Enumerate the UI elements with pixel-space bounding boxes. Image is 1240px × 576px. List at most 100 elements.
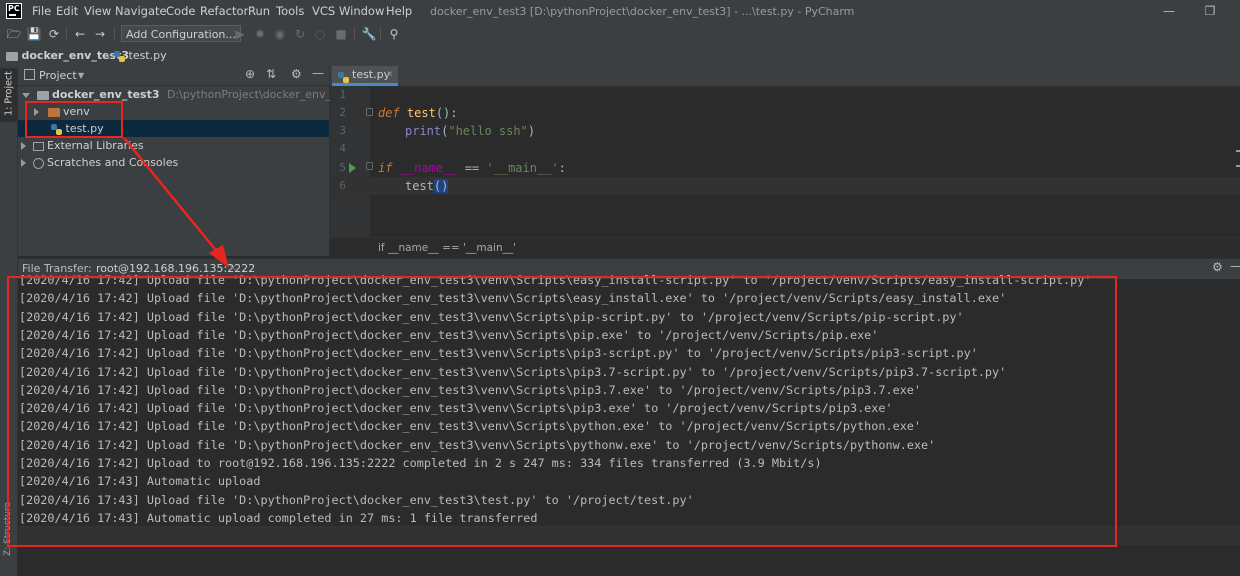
- annotation-highlight-box: [25, 101, 123, 138]
- code-operator: ==: [457, 161, 487, 175]
- project-tool-button[interactable]: 1: Project: [0, 68, 17, 122]
- toolbar-separator: [354, 27, 355, 41]
- scroll-marker: [1236, 150, 1240, 152]
- line-number: 6: [339, 179, 346, 192]
- keyword-if: if: [378, 161, 393, 175]
- breadcrumb-project-label: docker_env_test3: [21, 49, 130, 62]
- debug-icon[interactable]: ✹: [252, 26, 268, 42]
- fold-icon[interactable]: [366, 162, 373, 170]
- caret-row-highlight: [330, 177, 1240, 195]
- collapse-all-icon[interactable]: ⇅: [266, 67, 276, 81]
- expand-arrow-icon: [21, 159, 26, 167]
- forward-arrow-icon[interactable]: →: [92, 26, 108, 42]
- scratches-icon: [32, 157, 44, 169]
- menu-help[interactable]: Help: [386, 0, 412, 23]
- python-file-icon: [114, 50, 125, 62]
- toolbar-separator: [380, 27, 381, 41]
- function-call: test: [405, 179, 434, 193]
- breadcrumb-project[interactable]: docker_env_test3: [6, 45, 129, 66]
- run-gutter-icon[interactable]: [349, 163, 356, 173]
- editor-breadcrumb: if __name__ == '__main__': [330, 237, 1240, 258]
- menu-code[interactable]: Code: [166, 0, 195, 23]
- locate-icon[interactable]: ⊕: [245, 67, 255, 81]
- code-punct: ): [527, 124, 536, 138]
- open-folder-icon[interactable]: 🗁: [6, 26, 22, 42]
- tree-item-label: External Libraries: [47, 139, 144, 152]
- tree-item-scratches[interactable]: Scratches and Consoles: [18, 154, 329, 171]
- menu-run[interactable]: Run: [248, 0, 270, 23]
- line-number: 2: [339, 106, 346, 119]
- keyword-def: def: [378, 106, 400, 120]
- function-name: test: [406, 106, 436, 120]
- line-number: 5: [339, 161, 346, 174]
- menu-tools[interactable]: Tools: [276, 0, 304, 23]
- menu-window[interactable]: Window: [339, 0, 384, 23]
- project-view-dropdown[interactable]: Project: [39, 66, 77, 85]
- editor-breadcrumb-label[interactable]: if __name__ == '__main__': [378, 238, 516, 258]
- code-line-6: test(): [405, 177, 449, 195]
- code-punct: :: [558, 161, 566, 175]
- toolbar-separator: [66, 27, 67, 41]
- string-literal: "hello ssh": [448, 124, 528, 138]
- menu-edit[interactable]: Edit: [56, 0, 78, 23]
- minimize-icon[interactable]: —: [1160, 2, 1178, 20]
- folder-icon: [36, 90, 49, 100]
- header-overlay: [18, 258, 1240, 278]
- code-punct-highlighted: (): [433, 179, 449, 193]
- add-configuration-button[interactable]: Add Configuration...: [121, 25, 241, 42]
- breadcrumb-file-label: test.py: [128, 49, 167, 62]
- toolbar-separator: [114, 27, 115, 41]
- coverage-icon[interactable]: ◉: [272, 26, 288, 42]
- gear-icon[interactable]: ⚙: [291, 67, 302, 81]
- code-punct: ():: [435, 106, 458, 120]
- save-icon[interactable]: 💾: [26, 26, 42, 42]
- menu-vcs[interactable]: VCS: [312, 0, 335, 23]
- line-number: 3: [339, 124, 346, 137]
- menu-file[interactable]: File: [32, 0, 51, 23]
- search-icon[interactable]: ⚲: [386, 26, 402, 42]
- tab-label: test.py: [352, 68, 391, 81]
- attach-icon[interactable]: ◌: [312, 26, 328, 42]
- pycharm-logo: PC: [6, 3, 22, 19]
- fold-icon[interactable]: [366, 108, 373, 116]
- navigation-bar: docker_env_test3 › test.py: [0, 45, 1240, 67]
- title-bar: PC File Edit View Navigate Code Refactor…: [0, 0, 1240, 24]
- folder-icon: [6, 51, 18, 61]
- menu-navigate[interactable]: Navigate: [115, 0, 167, 23]
- expand-arrow-icon: [22, 92, 30, 98]
- line-number: 4: [339, 142, 346, 155]
- code-line-3: print("hello ssh"): [405, 122, 535, 140]
- menu-refactor[interactable]: Refactor: [200, 0, 248, 23]
- stop-icon[interactable]: ■: [333, 26, 349, 42]
- project-panel-header: Project ▼ ⊕ ⇅ ⚙ —: [18, 66, 329, 86]
- hide-panel-icon[interactable]: —: [312, 66, 324, 80]
- editor-tab-bar: [330, 66, 1240, 87]
- python-file-icon: [338, 71, 349, 83]
- sync-icon[interactable]: ⟳: [46, 26, 62, 42]
- run-icon[interactable]: ▶: [232, 26, 248, 42]
- library-icon: [32, 141, 44, 151]
- builtin-print: print: [405, 124, 442, 138]
- string-literal: '__main__': [486, 161, 559, 175]
- tab-test-py[interactable]: test.py ✕: [332, 66, 398, 86]
- back-arrow-icon[interactable]: ←: [72, 26, 88, 42]
- annotation-highlight-box: [7, 276, 1117, 547]
- window-title: docker_env_test3 [D:\pythonProject\docke…: [430, 5, 855, 18]
- chevron-down-icon[interactable]: ▼: [78, 66, 84, 85]
- breadcrumb-file[interactable]: test.py: [114, 45, 167, 66]
- expand-arrow-icon: [21, 142, 26, 150]
- project-view-icon: [24, 69, 35, 80]
- code-line-5: if __name__ == '__main__':: [378, 159, 566, 177]
- menu-view[interactable]: View: [84, 0, 111, 23]
- tree-root-label: docker_env_test3: [52, 88, 160, 101]
- project-tool-label: 1: Project: [3, 71, 15, 116]
- tree-item-label: Scratches and Consoles: [47, 156, 179, 169]
- wrench-icon[interactable]: 🔧: [361, 26, 377, 42]
- tree-item-external-libraries[interactable]: External Libraries: [18, 137, 329, 154]
- breadcrumb-separator: ›: [106, 49, 111, 62]
- code-line-2: def test():: [378, 104, 458, 122]
- close-icon[interactable]: ✕: [386, 66, 394, 84]
- restore-icon[interactable]: ❐: [1201, 2, 1219, 20]
- profile-icon[interactable]: ↻: [292, 26, 308, 42]
- main-toolbar: 🗁 💾 ⟳ ← → Add Configuration... ▶ ✹ ◉ ↻ ◌…: [0, 23, 1240, 46]
